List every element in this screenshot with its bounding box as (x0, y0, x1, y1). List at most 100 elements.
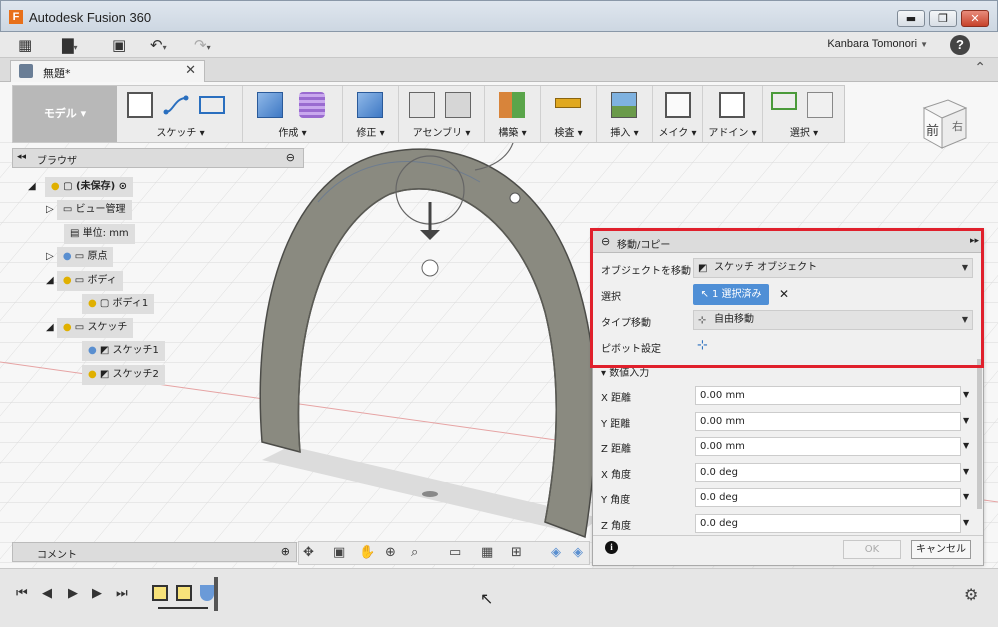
redo-icon[interactable]: ↷▾ (194, 36, 211, 54)
step-forward-icon[interactable]: ▶ (92, 586, 102, 601)
z-distance-row: Z 距離 0.00 mm ▼ (593, 434, 983, 459)
undo-icon[interactable]: ↶▾ (150, 36, 167, 54)
expand-icon[interactable]: ◢ (46, 275, 54, 286)
dropdown-arrow-icon[interactable]: ▼ (963, 518, 969, 527)
zoom-icon[interactable]: ⊕ (385, 545, 396, 560)
close-button[interactable]: ✕ (961, 10, 989, 27)
collapsed-icon[interactable]: ▷ (46, 251, 54, 262)
addins-group[interactable]: アドイン ▾ (703, 86, 763, 142)
inspect-group[interactable]: 検査 ▾ (541, 86, 597, 142)
create-group[interactable]: 作成 ▾ (243, 86, 343, 142)
collapsed-icon[interactable]: ▷ (46, 204, 54, 215)
environment-icon[interactable]: ◈ (551, 545, 561, 560)
info-icon[interactable]: i (605, 541, 618, 554)
tree-item-origin[interactable]: ▷ ● ▭ 原点 (46, 247, 114, 267)
z-angle-row: Z 角度 0.0 deg ▼ (593, 511, 983, 536)
title-bar: F Autodesk Fusion 360 ▬ ❐ ✕ (0, 0, 998, 32)
display-settings-icon[interactable]: ▭ (449, 545, 461, 560)
rectangle-icon (199, 96, 225, 114)
document-tab[interactable]: 無題* ✕ (10, 60, 205, 82)
tree-item-label: ▭ ビュー管理 (56, 200, 132, 220)
workspace-switcher[interactable]: モデル ▾ (13, 86, 117, 142)
y-distance-row: Y 距離 0.00 mm ▼ (593, 409, 983, 434)
save-icon[interactable]: ▣ (112, 36, 126, 54)
help-icon[interactable]: ? (950, 35, 970, 55)
file-menu-icon[interactable]: ▇▾ (62, 36, 78, 54)
grid-settings-icon[interactable]: ▦ (481, 545, 493, 560)
z-distance-label: Z 距離 (601, 444, 632, 455)
cancel-button[interactable]: キャンセル (911, 540, 971, 559)
tree-item-sketch2[interactable]: ● ◩ スケッチ2 (82, 365, 165, 385)
document-icon (19, 64, 33, 78)
tree-item-bodies[interactable]: ◢ ● ▭ ボディ (46, 271, 123, 291)
modify-group[interactable]: 修正 ▾ (343, 86, 399, 142)
app-grid-icon[interactable]: ▦ (18, 36, 32, 54)
quick-access-bar: ▦ ▇▾ ▣ ↶▾ ↷▾ Kanbara Tomonori ▼ ? (0, 32, 998, 58)
go-to-end-icon[interactable]: ⏭ (116, 586, 128, 601)
play-icon[interactable]: ▶ (68, 586, 78, 601)
dropdown-arrow-icon[interactable]: ▼ (963, 416, 969, 425)
settings-gear-icon[interactable]: ⚙ (964, 585, 978, 604)
timeline-marker[interactable] (214, 577, 218, 611)
insert-group[interactable]: 挿入 ▾ (597, 86, 653, 142)
timeline-sketch-icon[interactable] (152, 585, 168, 601)
z-angle-label: Z 角度 (601, 521, 632, 532)
dropdown-arrow-icon[interactable]: ▼ (963, 441, 969, 450)
press-pull-icon (357, 92, 383, 118)
x-angle-input[interactable]: 0.0 deg (695, 463, 961, 482)
expand-icon[interactable]: ◢ (28, 181, 36, 192)
view-cube-front: 前 (926, 124, 940, 139)
timeline-sketch-icon[interactable] (176, 585, 192, 601)
viewports-icon[interactable]: ⊞ (511, 545, 522, 560)
collapse-ribbon-icon[interactable]: ⌃ (974, 60, 986, 76)
expand-icon[interactable]: ◢ (46, 322, 54, 333)
tree-item-label: ● ▭ 原点 (56, 247, 114, 267)
tree-item-views[interactable]: ▷ ▭ ビュー管理 (46, 200, 132, 220)
tree-item-sketch1[interactable]: ● ◩ スケッチ1 (82, 341, 165, 361)
maximize-button[interactable]: ❐ (929, 10, 957, 27)
tree-item-sketches[interactable]: ◢ ● ▭ スケッチ (46, 318, 134, 338)
ok-button[interactable]: OK (843, 540, 901, 559)
construct-group[interactable]: 構築 ▾ (485, 86, 541, 142)
tree-root[interactable]: ◢ ● ▢ (未保存) ⊙ (28, 177, 134, 197)
tree-item-body1[interactable]: ● ▢ ボディ1 (82, 294, 155, 314)
sketch-group[interactable]: スケッチ ▾ (119, 86, 243, 142)
tree-item-units[interactable]: ▤ 単位: mm (64, 224, 135, 244)
view-cube[interactable]: 前 右 (918, 96, 970, 152)
look-at-icon[interactable]: ▣ (333, 545, 345, 560)
pan-icon[interactable]: ✋ (359, 545, 375, 560)
add-comment-icon[interactable]: ⊕ (281, 545, 290, 558)
z-angle-input[interactable]: 0.0 deg (695, 514, 961, 533)
fit-icon[interactable]: ⌕ (411, 545, 418, 560)
user-menu[interactable]: Kanbara Tomonori ▼ (827, 38, 928, 50)
make-group[interactable]: メイク ▾ (653, 86, 703, 142)
step-back-icon[interactable]: ◀ (42, 586, 52, 601)
x-distance-input[interactable]: 0.00 mm (695, 386, 961, 405)
browser-minus-icon[interactable]: ⊖ (286, 151, 295, 164)
browser-header[interactable]: ◂◂ ブラウザ ⊖ (12, 148, 304, 168)
root-name: (未保存) (76, 181, 116, 192)
assemble-group[interactable]: アセンブリ ▾ (399, 86, 485, 142)
y-angle-label: Y 角度 (601, 495, 631, 506)
effects-icon[interactable]: ◈ (573, 545, 583, 560)
dropdown-arrow-icon[interactable]: ▼ (963, 492, 969, 501)
select-group[interactable]: 選択 ▾ (763, 86, 845, 142)
dialog-scrollbar[interactable] (977, 359, 982, 509)
z-distance-input[interactable]: 0.00 mm (695, 437, 961, 456)
comment-bar[interactable]: コメント ⊕ (12, 542, 297, 562)
window-title: Autodesk Fusion 360 (29, 10, 152, 25)
timeline-move-icon[interactable] (200, 585, 214, 601)
go-to-start-icon[interactable]: ⏮ (16, 586, 28, 601)
dropdown-arrow-icon[interactable]: ▼ (963, 467, 969, 476)
tab-close-icon[interactable]: ✕ (185, 63, 196, 78)
make-label: メイク ▾ (658, 128, 697, 139)
y-angle-input[interactable]: 0.0 deg (695, 488, 961, 507)
select-label: 選択 ▾ (789, 128, 819, 139)
y-distance-input[interactable]: 0.00 mm (695, 412, 961, 431)
dropdown-arrow-icon[interactable]: ▼ (963, 390, 969, 399)
tree-item-label: ● ▭ スケッチ (56, 318, 134, 338)
orbit-icon[interactable]: ✥ (303, 545, 314, 560)
addins-label: アドイン ▾ (708, 128, 757, 139)
minimize-button[interactable]: ▬ (897, 10, 925, 27)
browser-collapse-icon[interactable]: ◂◂ (17, 152, 26, 162)
